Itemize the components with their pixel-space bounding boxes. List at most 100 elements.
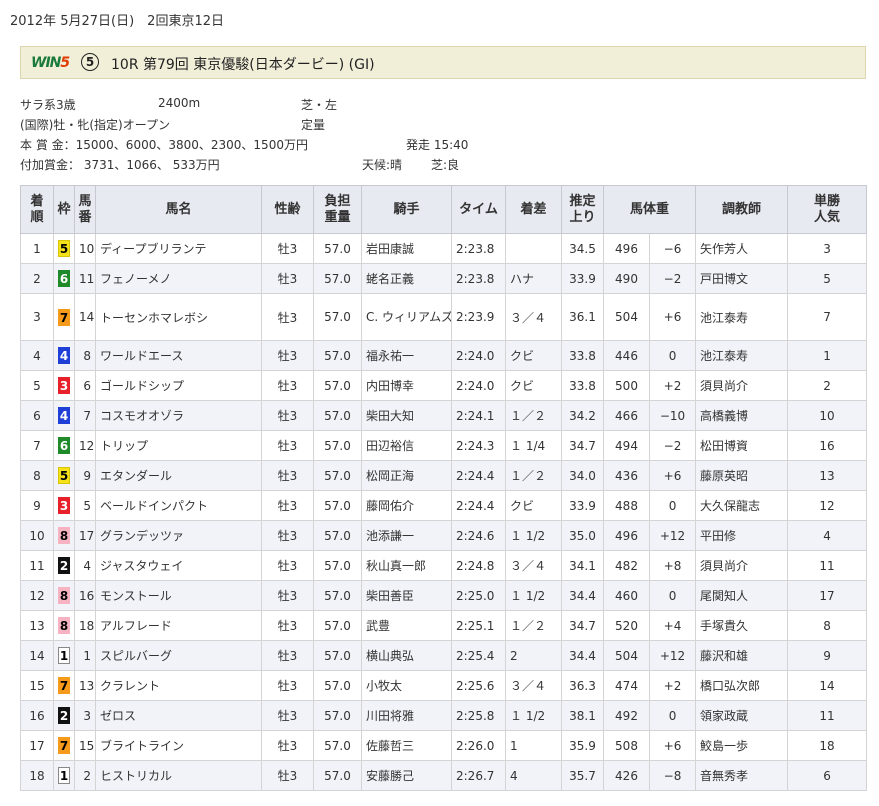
- waku-color-badge: 1: [58, 767, 70, 784]
- horse-number: 4: [74, 550, 96, 581]
- finish-time: 2:24.0: [451, 370, 506, 401]
- body-weight: 504: [603, 640, 650, 671]
- horse-sex-age: 牡3: [261, 460, 314, 491]
- result-pos: 11: [20, 550, 54, 581]
- horse-sex-age: 牡3: [261, 430, 314, 461]
- waku-badge: 7: [53, 730, 75, 761]
- table-row: 6 4 7 コスモオオゾラ 牡3 57.0 柴田大知 2:24.1 １／２ 34.2 466 −10 高…: [20, 400, 868, 431]
- waku-badge: 2: [53, 550, 75, 581]
- race-distance: 2400m: [158, 96, 201, 110]
- carried-weight: 57.0: [313, 263, 362, 294]
- last-3f: 34.0: [561, 460, 604, 491]
- trainer-name: 池江泰寿: [695, 340, 789, 371]
- carried-weight: 57.0: [313, 233, 362, 264]
- finish-time: 2:24.3: [451, 430, 506, 461]
- win-favorite: 11: [787, 550, 868, 581]
- race-conditions: (国際)牡・牝(指定)オープン: [20, 118, 171, 132]
- win-favorite: 1: [787, 340, 868, 371]
- jockey-name: 武豊: [361, 610, 452, 641]
- last-3f: 34.4: [561, 640, 604, 671]
- horse-name: ブライトライン: [95, 730, 262, 761]
- result-pos: 12: [20, 580, 54, 611]
- horse-sex-age: 牡3: [261, 490, 314, 521]
- waku-color-badge: 7: [58, 737, 70, 754]
- horse-name: ワールドエース: [95, 340, 262, 371]
- horse-sex-age: 牡3: [261, 550, 314, 581]
- carried-weight: 57.0: [313, 550, 362, 581]
- carried-weight: 57.0: [313, 670, 362, 701]
- horse-number: 8: [74, 340, 96, 371]
- last-3f: 34.4: [561, 580, 604, 611]
- margin: クビ: [505, 490, 562, 521]
- finish-time: 2:24.4: [451, 460, 506, 491]
- body-weight: 488: [603, 490, 650, 521]
- finish-time: 2:23.8: [451, 233, 506, 264]
- margin: 2: [505, 640, 562, 671]
- table-row: 2 6 11 フェノーメノ 牡3 57.0 蛯名正義 2:23.8 ハナ 33.9 490 −2 戸田博…: [20, 263, 868, 294]
- finish-time: 2:25.0: [451, 580, 506, 611]
- horse-name: ディープブリランテ: [95, 233, 262, 264]
- horse-sex-age: 牡3: [261, 670, 314, 701]
- header-trainer: 調教師: [695, 185, 789, 234]
- finish-time: 2:25.4: [451, 640, 506, 671]
- waku-color-badge: 8: [58, 587, 70, 604]
- body-weight-change: −8: [648, 760, 697, 791]
- trainer-name: 橋口弘次郎: [695, 670, 789, 701]
- margin: １ 1/2: [505, 580, 562, 611]
- horse-sex-age: 牡3: [261, 760, 314, 791]
- jockey-name: 柴田善臣: [361, 580, 452, 611]
- last-3f: 35.7: [561, 760, 604, 791]
- horse-number: 1: [74, 640, 96, 671]
- margin: クビ: [505, 370, 562, 401]
- horse-sex-age: 牡3: [261, 640, 314, 671]
- finish-time: 2:25.6: [451, 670, 506, 701]
- carried-weight: 57.0: [313, 400, 362, 431]
- jockey-name: 岩田康誠: [361, 233, 452, 264]
- result-pos: 7: [20, 430, 54, 461]
- win-favorite: 13: [787, 460, 868, 491]
- trainer-name: 藤沢和雄: [695, 640, 789, 671]
- carried-weight: 57.0: [313, 610, 362, 641]
- body-weight: 504: [603, 293, 650, 341]
- jockey-name: 横山典弘: [361, 640, 452, 671]
- margin: １／２: [505, 610, 562, 641]
- win-favorite: 11: [787, 700, 868, 731]
- carried-weight: 57.0: [313, 520, 362, 551]
- jockey-name: 安藤勝己: [361, 760, 452, 791]
- result-pos: 3: [20, 293, 54, 341]
- body-weight: 460: [603, 580, 650, 611]
- win-favorite: 2: [787, 370, 868, 401]
- body-weight: 520: [603, 610, 650, 641]
- waku-badge: 8: [53, 610, 75, 641]
- jockey-name: 柴田大知: [361, 400, 452, 431]
- horse-number: 16: [74, 580, 96, 611]
- horse-number: 2: [74, 760, 96, 791]
- jockey-name: 松岡正海: [361, 460, 452, 491]
- horse-name: フェノーメノ: [95, 263, 262, 294]
- finish-time: 2:25.1: [451, 610, 506, 641]
- last-3f: 35.0: [561, 520, 604, 551]
- trainer-name: 領家政蔵: [695, 700, 789, 731]
- table-row: 10 8 17 グランデッツァ 牡3 57.0 池添謙一 2:24.6 １ 1/2 35.0 496…: [20, 520, 868, 551]
- trainer-name: 鮫島一歩: [695, 730, 789, 761]
- horse-number: 11: [74, 263, 96, 294]
- waku-color-badge: 8: [58, 527, 70, 544]
- trainer-name: 音無秀孝: [695, 760, 789, 791]
- body-weight: 508: [603, 730, 650, 761]
- win-favorite: 5: [787, 263, 868, 294]
- win-favorite: 4: [787, 520, 868, 551]
- body-weight-change: +8: [648, 550, 697, 581]
- horse-sex-age: 牡3: [261, 580, 314, 611]
- body-weight-change: −2: [648, 263, 697, 294]
- waku-badge: 2: [53, 700, 75, 731]
- margin: ハナ: [505, 263, 562, 294]
- finish-time: 2:26.0: [451, 730, 506, 761]
- waku-color-badge: 6: [58, 437, 70, 454]
- margin: １／２: [505, 460, 562, 491]
- waku-color-badge: 5: [58, 467, 70, 484]
- carried-weight: 57.0: [313, 580, 362, 611]
- horse-number: 12: [74, 430, 96, 461]
- trainer-name: 須貝尚介: [695, 370, 789, 401]
- horse-name: モンストール: [95, 580, 262, 611]
- horse-number: 13: [74, 670, 96, 701]
